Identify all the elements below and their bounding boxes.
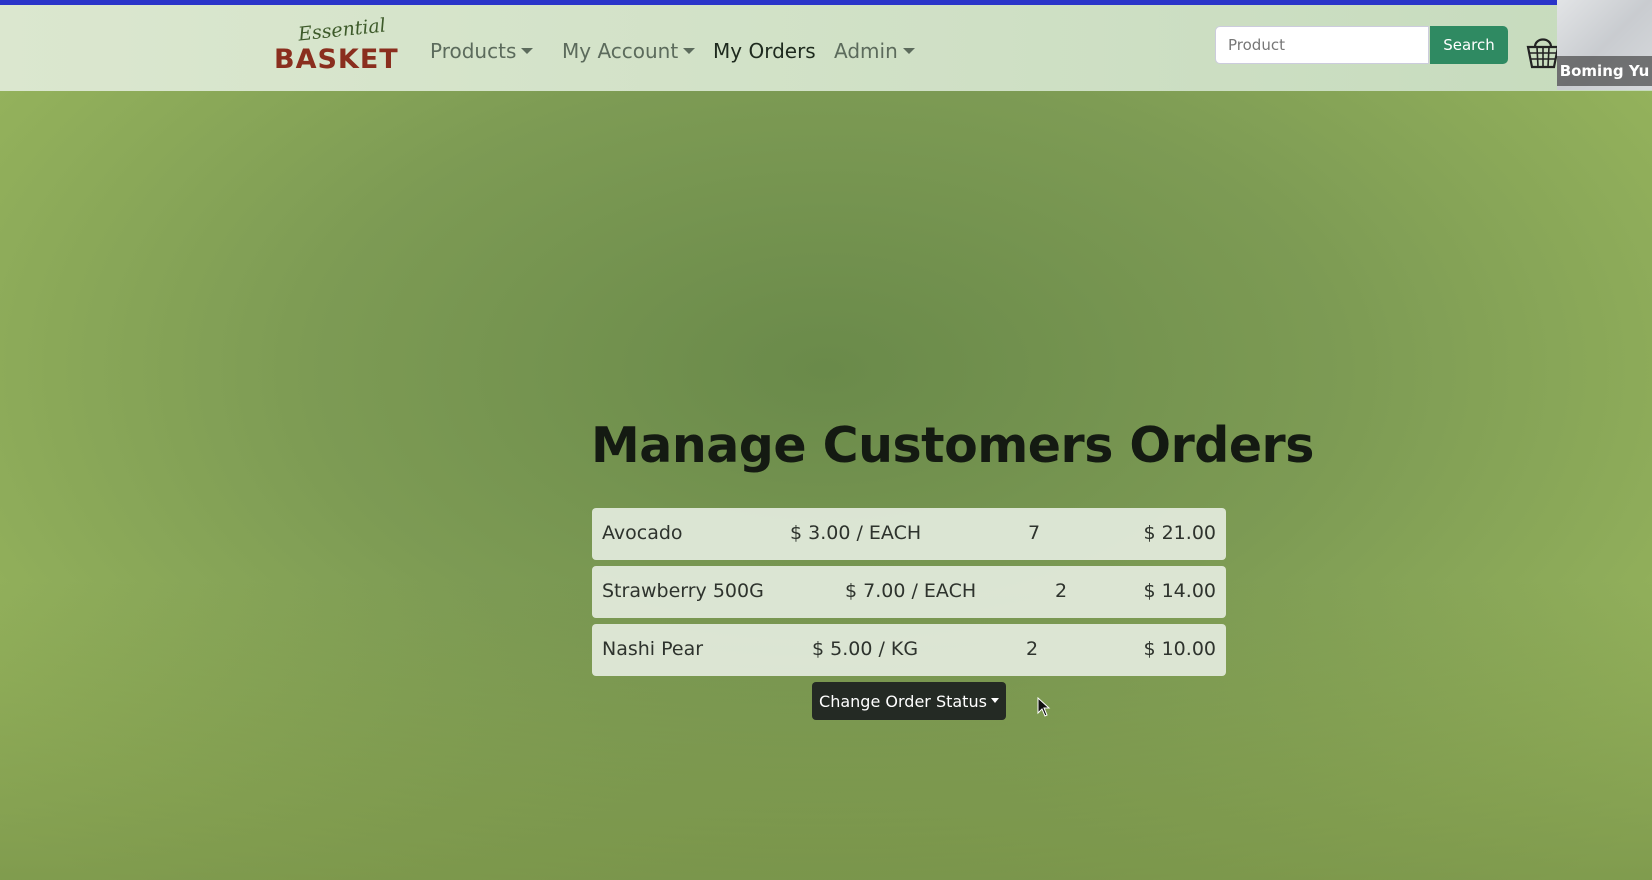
nav-admin-label: Admin [834,39,898,63]
order-item-row: Strawberry 500G $ 7.00 / EACH 2 $ 14.00 [592,566,1226,618]
nav-my-account-label: My Account [562,39,679,63]
item-quantity: 2 [1026,638,1039,660]
mouse-cursor-icon [1037,696,1051,721]
change-order-status-label: Change Order Status [819,691,987,711]
item-name: Nashi Pear [602,638,704,660]
nav-products-label: Products [430,39,517,63]
nav-my-account-dropdown[interactable]: My Account [562,39,696,63]
nav-admin-dropdown[interactable]: Admin [834,39,915,63]
brand-name: BASKET [274,44,399,75]
item-quantity: 7 [1028,522,1041,544]
brand-script: Essential [297,14,387,46]
order-item-row: Nashi Pear $ 5.00 / KG 2 $ 10.00 [592,624,1226,676]
item-total: $ 21.00 [1143,522,1216,544]
chevron-down-icon [521,47,534,54]
navbar: Essential BASKET Products My Account My … [0,5,1652,91]
item-price: $ 3.00 / EACH [790,522,922,544]
nav-products-dropdown[interactable]: Products [430,39,534,63]
webcam-overlay: Boming Yu [1557,0,1652,90]
item-total: $ 10.00 [1143,638,1216,660]
page-title: Manage Customers Orders [591,417,1314,474]
item-quantity: 2 [1055,580,1068,602]
chevron-down-icon [683,47,696,54]
item-name: Strawberry 500G [602,580,764,602]
brand-logo[interactable]: Essential BASKET [274,14,398,79]
chevron-down-icon [990,697,999,703]
item-total: $ 14.00 [1143,580,1216,602]
search-input[interactable] [1215,26,1429,64]
item-name: Avocado [602,522,683,544]
search-button[interactable]: Search [1430,26,1508,64]
chevron-down-icon [902,47,915,54]
order-item-row: Avocado $ 3.00 / EACH 7 $ 21.00 [592,508,1226,560]
item-price: $ 7.00 / EACH [845,580,977,602]
webcam-name-label: Boming Yu [1557,56,1652,86]
cart-basket-icon[interactable] [1526,31,1560,71]
change-order-status-button[interactable]: Change Order Status [812,682,1006,720]
item-price: $ 5.00 / KG [812,638,919,660]
nav-my-orders[interactable]: My Orders [713,39,816,63]
